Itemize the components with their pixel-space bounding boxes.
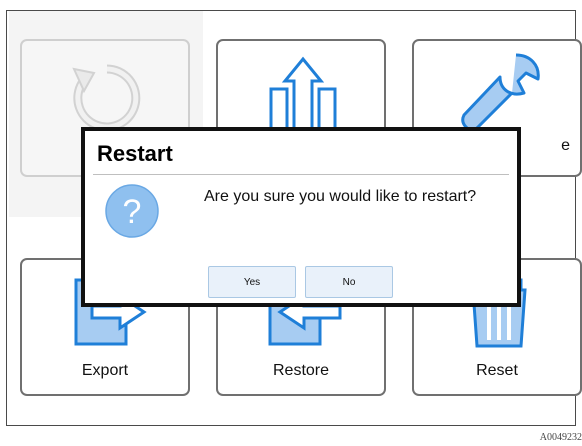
- reset-tile-label: Reset: [476, 362, 518, 379]
- figure-id: A0049232: [539, 432, 582, 443]
- question-icon: ?: [105, 184, 159, 238]
- export-tile-label: Export: [81, 362, 129, 379]
- no-button[interactable]: No: [305, 266, 393, 298]
- svg-text:?: ?: [123, 193, 142, 231]
- restore-tile-label: Restore: [272, 362, 330, 379]
- dialog-divider: [93, 174, 509, 175]
- dialog-title: Restart: [97, 141, 173, 166]
- wrench-icon: [461, 53, 540, 132]
- restart-dialog: Restart ? Are you sure you would like to…: [82, 128, 520, 306]
- dialog-message: Are you sure you would like to restart?: [204, 188, 477, 205]
- yes-button[interactable]: Yes: [208, 266, 296, 298]
